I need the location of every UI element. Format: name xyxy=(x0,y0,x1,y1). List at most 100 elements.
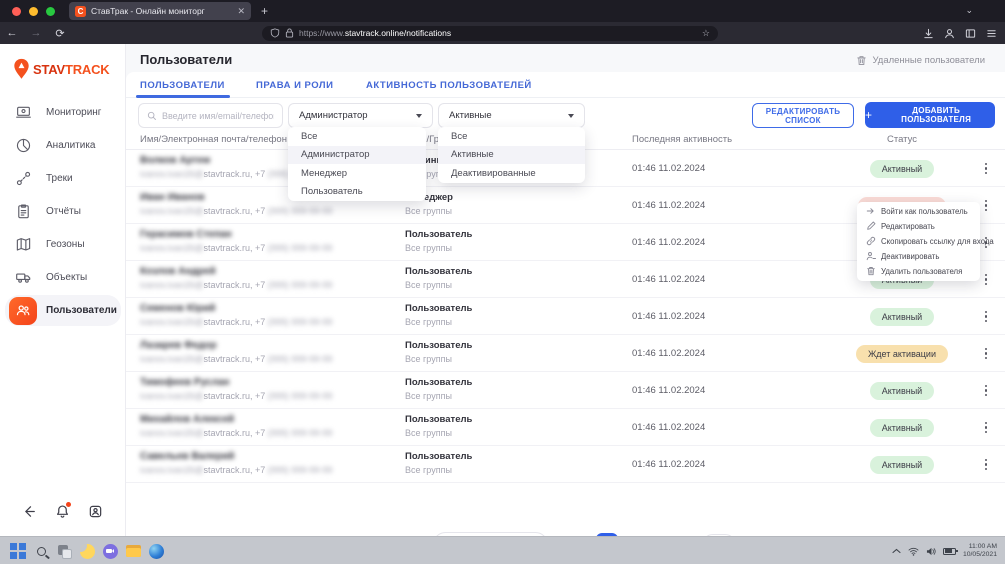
dropdown-option[interactable]: Все xyxy=(438,127,585,146)
context-menu-item[interactable]: Редактировать xyxy=(857,219,980,234)
tray-chevron-icon[interactable] xyxy=(892,548,901,554)
last-activity: 01:46 11.02.2024 xyxy=(632,348,705,359)
profile-icon[interactable] xyxy=(88,504,103,524)
sidebar-item-геозоны[interactable]: Геозоны xyxy=(0,228,126,261)
sidebar-nav: Мониторинг Аналитика Треки Отчёты Геозон… xyxy=(0,96,126,327)
wifi-icon[interactable] xyxy=(908,547,919,556)
window-minimize-button[interactable] xyxy=(29,7,38,16)
sidebar-item-мониторинг[interactable]: Мониторинг xyxy=(0,96,126,129)
night-mode-app-icon[interactable] xyxy=(79,543,95,559)
row-menu-button[interactable] xyxy=(979,271,993,288)
context-menu-item[interactable]: Войти как пользователь xyxy=(857,204,980,219)
dropdown-option[interactable]: Менеджер xyxy=(288,164,426,183)
tab-close-icon[interactable]: ✕ xyxy=(237,6,245,17)
deleted-users-link[interactable]: Удаленные пользователи xyxy=(856,55,985,66)
context-menu-item[interactable]: Удалить пользователя xyxy=(857,264,980,279)
task-view-icon[interactable] xyxy=(56,543,72,559)
last-activity: 01:46 11.02.2024 xyxy=(632,385,705,396)
context-menu-item[interactable]: Скопировать ссылку для входа xyxy=(857,234,980,249)
sidebar-item-пользователи[interactable]: Пользователи xyxy=(0,294,126,327)
sidebar-item-label: Аналитика xyxy=(46,140,96,151)
menu-icon[interactable] xyxy=(986,28,997,39)
stavtrack-logo[interactable]: STAVTRACK xyxy=(13,58,109,80)
lock-icon[interactable] xyxy=(285,28,294,38)
account-icon[interactable] xyxy=(944,28,955,39)
analytics-icon xyxy=(9,132,37,160)
forward-button[interactable]: → xyxy=(24,27,48,39)
row-menu-button[interactable] xyxy=(979,345,993,362)
user-contact: ivanov.ivan26@stavtrack.ru, +7 (999) 999… xyxy=(140,317,332,327)
downloads-icon[interactable] xyxy=(923,28,934,39)
sidebar-item-отчёты[interactable]: Отчёты xyxy=(0,195,126,228)
volume-icon[interactable] xyxy=(926,547,936,556)
dropdown-option[interactable]: Администратор xyxy=(288,146,426,165)
os-taskbar: 11:00 AM 10/05/2021 xyxy=(0,536,1005,564)
status-badge: Ждет активации xyxy=(856,345,948,363)
user-deactivate-icon xyxy=(866,251,876,263)
tab-3[interactable]: АКТИВНОСТЬ ПОЛЬЗОВАТЕЛЕЙ xyxy=(366,80,532,91)
dropdown-option[interactable]: Все xyxy=(288,127,426,146)
row-menu-button[interactable] xyxy=(979,160,993,177)
file-explorer-icon[interactable] xyxy=(125,543,141,559)
user-name: Иван Иванов xyxy=(140,192,205,203)
user-name: Лазарев Федор xyxy=(140,340,217,351)
tab-1[interactable]: ПОЛЬЗОВАТЕЛИ xyxy=(140,80,225,91)
dropdown-option[interactable]: Деактивированные xyxy=(438,164,585,183)
row-menu-button[interactable] xyxy=(979,419,993,436)
user-name: Козлов Андрей xyxy=(140,266,216,277)
dropdown-option[interactable]: Пользователь xyxy=(288,183,426,202)
battery-icon[interactable] xyxy=(943,548,956,555)
tab-2[interactable]: ПРАВА И РОЛИ xyxy=(256,80,333,91)
trash-icon xyxy=(866,266,876,278)
shield-icon[interactable] xyxy=(270,28,280,38)
taskbar-clock[interactable]: 11:00 AM 10/05/2021 xyxy=(963,543,997,559)
collapse-sidebar-icon[interactable] xyxy=(23,504,38,524)
objects-icon xyxy=(9,264,37,292)
row-menu-button[interactable] xyxy=(979,382,993,399)
role-filter-select[interactable]: Администратор xyxy=(288,103,433,128)
search-input[interactable] xyxy=(162,111,274,121)
edge-browser-icon[interactable] xyxy=(148,543,164,559)
context-menu-item[interactable]: Деактивировать xyxy=(857,249,980,264)
back-button[interactable]: ← xyxy=(0,27,24,39)
reload-button[interactable]: ⟳ xyxy=(48,27,72,40)
user-role: Пользователь xyxy=(405,414,472,425)
notification-dot xyxy=(66,502,71,507)
sidebar-toggle-icon[interactable] xyxy=(965,28,976,39)
bookmark-star-icon[interactable]: ☆ xyxy=(702,28,710,39)
taskbar-search-icon[interactable] xyxy=(33,543,49,559)
notifications-bell-icon[interactable] xyxy=(55,504,70,524)
status-filter-select[interactable]: Активные xyxy=(438,103,585,128)
system-tray: 11:00 AM 10/05/2021 xyxy=(892,537,997,564)
dropdown-option[interactable]: Активные xyxy=(438,146,585,165)
window-close-button[interactable] xyxy=(12,7,21,16)
window-controls xyxy=(12,7,55,16)
user-name: Савельев Валерий xyxy=(140,451,234,462)
table-row: Лазарев Федор ivanov.ivan26@stavtrack.ru… xyxy=(126,335,1005,372)
browser-toolbar-icons xyxy=(923,22,997,44)
sidebar-item-label: Геозоны xyxy=(46,239,85,250)
user-contact: ivanov.ivan26@stavtrack.ru, +7 (999) 999… xyxy=(140,243,332,253)
user-groups: Все группы xyxy=(405,428,452,438)
user-search[interactable] xyxy=(138,103,283,128)
user-name: Тимофеев Руслан xyxy=(140,377,229,388)
status-badge: Активный xyxy=(870,456,934,474)
row-menu-button[interactable] xyxy=(979,308,993,325)
add-user-button[interactable]: + ДОБАВИТЬ ПОЛЬЗОВАТЕЛЯ xyxy=(865,102,995,128)
user-role: Пользователь xyxy=(405,451,472,462)
row-menu-button[interactable] xyxy=(979,197,993,214)
sidebar-item-треки[interactable]: Треки xyxy=(0,162,126,195)
start-button-icon[interactable] xyxy=(10,543,26,559)
row-menu-button[interactable] xyxy=(979,456,993,473)
sidebar-item-объекты[interactable]: Объекты xyxy=(0,261,126,294)
window-maximize-button[interactable] xyxy=(46,7,55,16)
tab-title: СтавТрак - Онлайн мониторг xyxy=(91,6,232,16)
new-tab-button[interactable]: + xyxy=(261,4,268,18)
browser-tab[interactable]: С СтавТрак - Онлайн мониторг ✕ xyxy=(69,2,251,20)
edit-list-button[interactable]: РЕДАКТИРОВАТЬ СПИСОК xyxy=(752,103,854,128)
chat-app-icon[interactable] xyxy=(102,543,118,559)
tab-list-chevron-icon[interactable]: ⌄ xyxy=(965,5,973,16)
user-name: Семенов Юрий xyxy=(140,303,215,314)
sidebar-item-аналитика[interactable]: Аналитика xyxy=(0,129,126,162)
url-bar[interactable]: https://www.stavtrack.online/notificatio… xyxy=(262,26,718,41)
